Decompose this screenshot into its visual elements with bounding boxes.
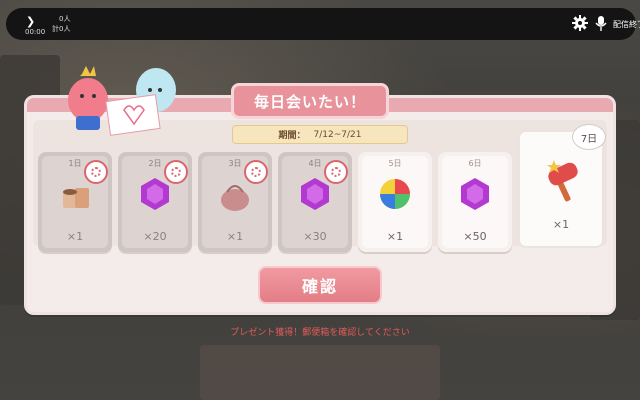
reward-card-day7[interactable]: 7日 ×1 (518, 124, 606, 248)
day-label: 5日 (388, 159, 402, 168)
reward-card-day4[interactable]: 4日 ×30 (278, 152, 352, 252)
reward-card-day2[interactable]: 2日 ×20 (118, 152, 192, 252)
period-label: 期間： (278, 131, 306, 141)
gem-icon (461, 178, 489, 210)
viewer-total: 計0人 (52, 25, 71, 33)
period-value: 7/12~7/21 (313, 129, 362, 140)
confirm-button[interactable]: 確認 (258, 266, 382, 304)
viewer-count: 0人 計0人 (52, 14, 70, 34)
ball-icon (380, 179, 410, 209)
modal-title: 毎日会いたい！ (231, 83, 389, 119)
reward-qty: ×1 (386, 230, 404, 243)
chevron-right-icon[interactable]: ❯ (26, 15, 35, 28)
claimed-stamp (84, 160, 108, 184)
claimed-stamp (244, 160, 268, 184)
reward-qty: ×30 (303, 230, 327, 243)
gear-icon[interactable] (572, 15, 588, 31)
day7-badge: 7日 (572, 124, 606, 150)
end-stream-button[interactable]: 配信終了 (613, 19, 640, 30)
mic-icon[interactable] (595, 16, 607, 31)
stream-topbar: ❯ 00:00 0人 計0人 配信終了 (6, 8, 640, 40)
reward-qty: ×1 (66, 230, 84, 243)
event-period: 期間： 7/12~7/21 (232, 125, 408, 144)
reward-card-day1[interactable]: 1日 ×1 (38, 152, 112, 252)
reward-qty: ×1 (552, 218, 570, 231)
reward-card-day3[interactable]: 3日 ×1 (198, 152, 272, 252)
reward-notice: プレゼント獲得！郵便箱を確認してください (230, 328, 410, 338)
mascot-characters (68, 66, 176, 136)
day-label: 6日 (468, 159, 482, 168)
claimed-stamp (164, 160, 188, 184)
reward-qty: ×20 (143, 230, 167, 243)
reward-card-day5[interactable]: 5日 ×1 (358, 152, 432, 252)
reward-qty: ×50 (463, 230, 487, 243)
reward-card-day6[interactable]: 6日 ×50 (438, 152, 512, 252)
stream-time: 00:00 (25, 28, 46, 36)
claimed-stamp (324, 160, 348, 184)
reward-qty: ×1 (226, 230, 244, 243)
toy-hammer-icon (547, 160, 578, 202)
viewer-current: 0人 (59, 15, 71, 23)
